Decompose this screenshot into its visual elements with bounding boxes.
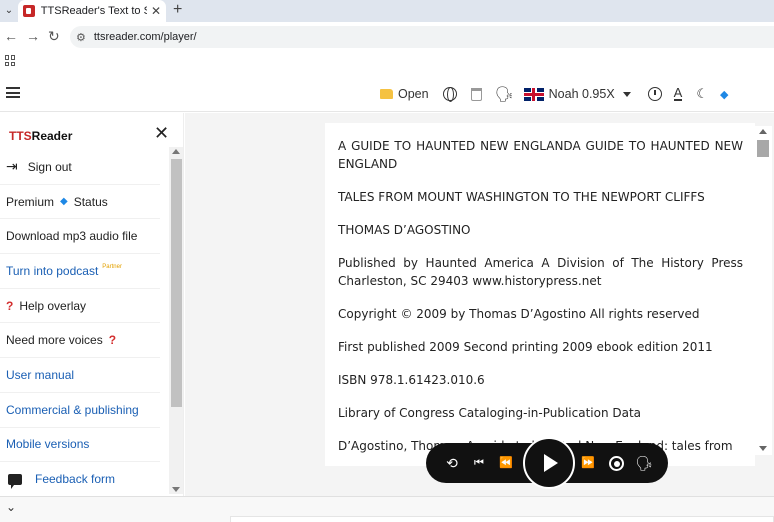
- sidebar-item-feedback[interactable]: Feedback form: [0, 462, 160, 497]
- document-paragraph: Copyright © 2009 by Thomas D’Agostino Al…: [338, 307, 700, 321]
- main-area: A GUIDE TO HAUNTED NEW ENGLANDA GUIDE TO…: [185, 113, 774, 496]
- timer-icon[interactable]: [647, 87, 662, 101]
- close-icon[interactable]: ✕: [154, 123, 169, 144]
- sidebar-item-mobile[interactable]: Mobile versions: [0, 428, 160, 463]
- repeat-icon[interactable]: ⟲: [443, 455, 461, 471]
- document-scrollbar[interactable]: [755, 126, 772, 455]
- stop-icon[interactable]: [609, 456, 624, 471]
- sidebar: TTSReader ✕ ⇥ Sign out Premium ◆ Status …: [0, 113, 184, 497]
- skip-start-icon[interactable]: ⏮: [470, 455, 488, 471]
- trash-icon[interactable]: [470, 87, 482, 101]
- premium-gem-icon[interactable]: ◆: [720, 88, 728, 101]
- document-paragraph: Library of Congress Cataloging-in-Public…: [338, 406, 642, 420]
- address-bar: ← → ↻ ⚙ ttsreader.com/player/: [0, 22, 774, 52]
- speaker-voice-icon[interactable]: 🗣: [495, 85, 514, 103]
- url-text: ttsreader.com/player/: [93, 31, 197, 43]
- voice-label: Noah 0.95X: [548, 87, 615, 101]
- sidebar-item-commercial[interactable]: Commercial & publishing: [0, 393, 160, 428]
- tab-title: TTSReader's Text to Spe: [40, 5, 147, 17]
- browser-tab-bar: ⌄ TTSReader's Text to Spe ✕ +: [0, 0, 774, 22]
- voice-selector[interactable]: Noah 0.95X: [514, 87, 631, 101]
- rewind-icon[interactable]: ⏪: [497, 455, 515, 471]
- scroll-up-icon[interactable]: [172, 149, 180, 154]
- tab-search-icon[interactable]: ⌄: [2, 3, 16, 17]
- player-controls: ⟲ ⏮ ⏪ ⏩ 🗣: [426, 437, 668, 489]
- tab-close-icon[interactable]: ✕: [151, 4, 161, 18]
- document-paragraph: THOMAS D’AGOSTINO: [338, 223, 471, 237]
- chevron-down-icon: [622, 91, 631, 97]
- tts-favicon-icon: [23, 5, 35, 17]
- document-page[interactable]: A GUIDE TO HAUNTED NEW ENGLANDA GUIDE TO…: [325, 123, 755, 466]
- dark-mode-icon[interactable]: ☾: [696, 86, 708, 102]
- partner-badge: Partner: [102, 263, 122, 270]
- sidebar-item-sign-out[interactable]: ⇥ Sign out: [0, 150, 160, 185]
- scroll-down-icon[interactable]: [172, 487, 180, 492]
- url-field[interactable]: ⚙ ttsreader.com/player/: [70, 26, 774, 48]
- uk-flag-icon: [523, 87, 544, 101]
- reload-icon[interactable]: ↻: [48, 28, 60, 45]
- sidebar-item-download[interactable]: Download mp3 audio file: [0, 219, 160, 255]
- sidebar-item-premium[interactable]: Premium ◆ Status: [0, 185, 160, 220]
- font-settings-icon[interactable]: A: [673, 86, 683, 101]
- bottom-input-area[interactable]: [230, 516, 774, 522]
- app-header: Open 🗣 Noah 0.95X A ☾ ◆: [0, 76, 774, 112]
- fast-forward-icon[interactable]: ⏩: [579, 455, 597, 471]
- document-paragraph: First published 2009 Second printing 200…: [338, 340, 713, 354]
- question-icon: ?: [108, 333, 117, 348]
- open-button[interactable]: Open: [380, 87, 429, 101]
- bottom-bar: ⌄: [0, 496, 774, 522]
- document-scroll-thumb[interactable]: [757, 140, 769, 157]
- bookmarks-bar: [0, 52, 774, 70]
- sidebar-item-user-manual[interactable]: User manual: [0, 358, 160, 393]
- feedback-icon: [8, 473, 22, 489]
- sidebar-scroll-thumb[interactable]: [171, 159, 182, 407]
- sidebar-item-more-voices[interactable]: Need more voices ?: [0, 323, 160, 359]
- scroll-up-icon[interactable]: [759, 129, 767, 134]
- site-info-icon[interactable]: ⚙: [76, 31, 86, 44]
- document-paragraph: ISBN 978.1.61423.010.6: [338, 373, 485, 387]
- folder-icon: [380, 89, 393, 99]
- document-paragraph: Published by Haunted America A Division …: [338, 256, 743, 288]
- apps-grid-icon[interactable]: [5, 55, 16, 66]
- document-paragraph: A GUIDE TO HAUNTED NEW ENGLANDA GUIDE TO…: [338, 139, 743, 171]
- forward-icon[interactable]: →: [26, 28, 40, 44]
- document-paragraph: TALES FROM MOUNT WASHINGTON TO THE NEWPO…: [338, 190, 705, 204]
- question-icon: ?: [6, 298, 14, 313]
- play-button[interactable]: [523, 437, 575, 489]
- sidebar-item-help-overlay[interactable]: ? Help overlay: [0, 289, 160, 324]
- sidebar-menu: ⇥ Sign out Premium ◆ Status Download mp3…: [0, 150, 160, 497]
- sign-out-icon: ⇥: [6, 158, 18, 175]
- chevron-down-icon[interactable]: ⌄: [6, 500, 16, 514]
- back-icon[interactable]: ←: [4, 28, 18, 44]
- sidebar-scrollbar[interactable]: [169, 147, 183, 494]
- hamburger-menu-icon[interactable]: [6, 87, 20, 98]
- gem-icon: ◆: [60, 196, 68, 208]
- sidebar-item-podcast[interactable]: Turn into podcast Partner: [0, 254, 160, 289]
- open-label: Open: [398, 87, 429, 101]
- voice-settings-icon[interactable]: 🗣: [635, 455, 653, 471]
- scroll-down-icon[interactable]: [759, 446, 767, 451]
- new-tab-icon[interactable]: +: [173, 1, 182, 19]
- brand-logo: TTSReader: [9, 129, 73, 143]
- reader-toolbar: Open 🗣 Noah 0.95X A ☾ ◆: [380, 82, 728, 106]
- globe-icon[interactable]: [442, 87, 457, 102]
- browser-tab[interactable]: TTSReader's Text to Spe ✕: [18, 0, 166, 22]
